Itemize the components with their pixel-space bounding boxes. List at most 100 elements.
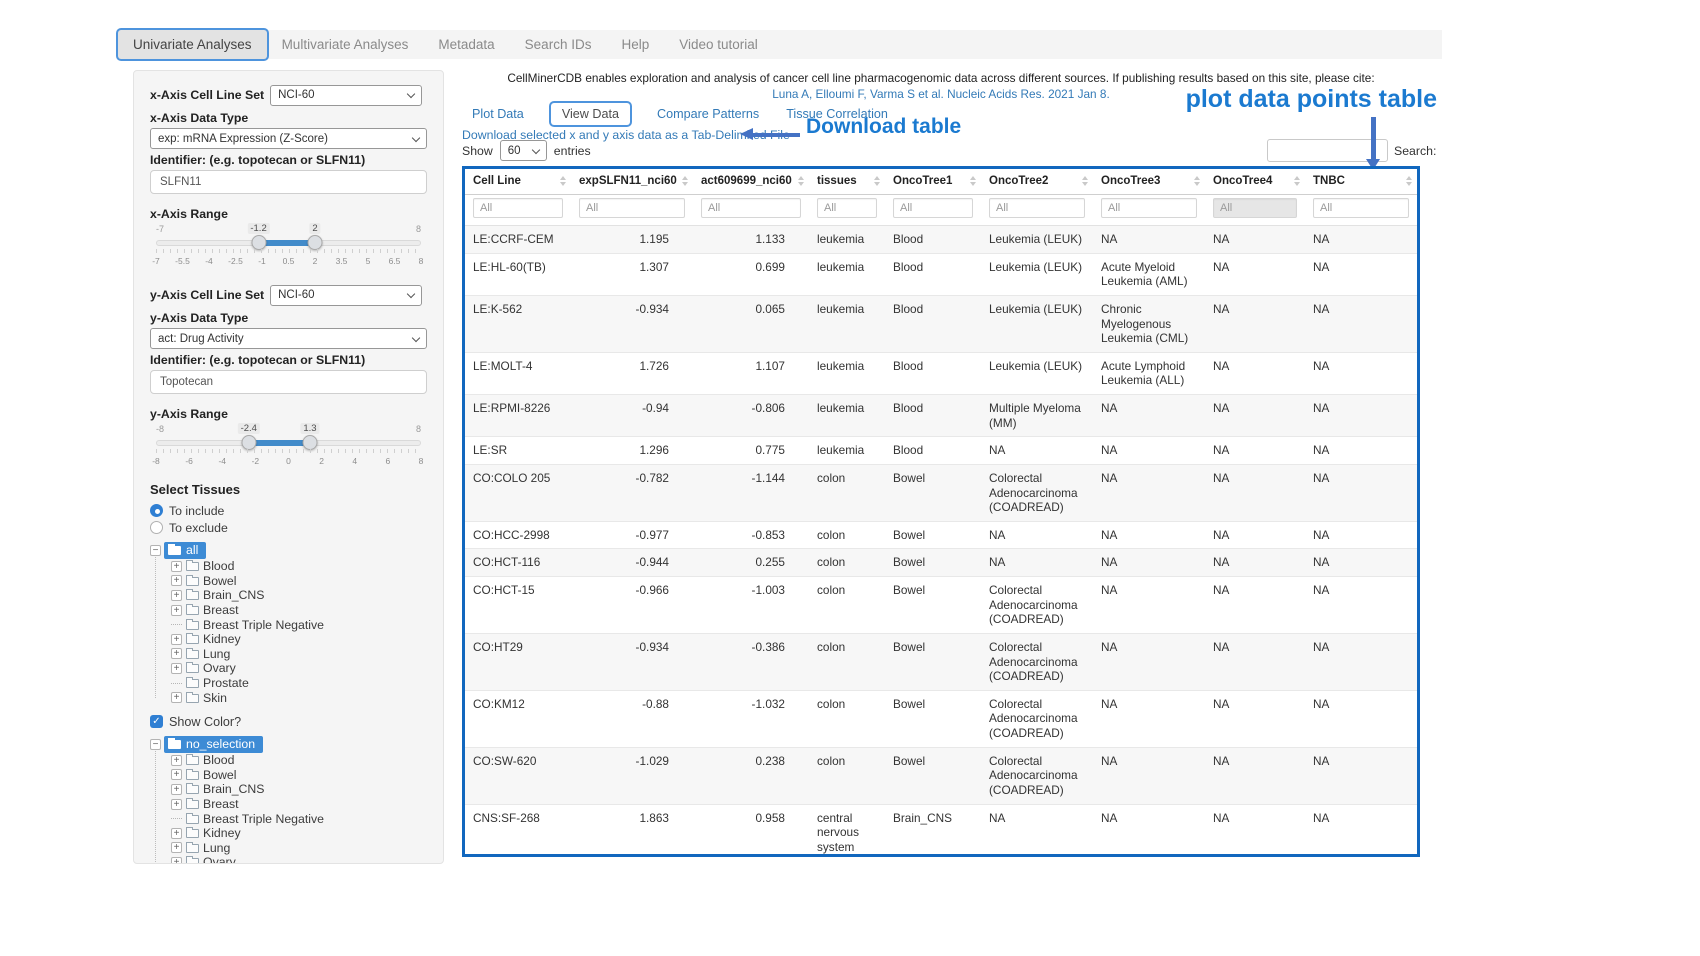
tree-item-breast-triple-negative[interactable]: Breast Triple Negative [171,617,427,632]
sort-icon[interactable] [1082,176,1090,186]
tab-view-data[interactable]: View Data [551,103,630,125]
show-color-row[interactable]: ✓ Show Color? [150,714,427,730]
filter-input-cell-line[interactable] [473,198,563,218]
x-axis-cell-line-set-select[interactable]: NCI-60 [270,85,422,106]
filter-input-oncotree4[interactable] [1213,198,1297,218]
collapse-icon[interactable]: − [150,545,161,556]
expand-icon[interactable]: + [171,692,182,703]
expand-icon[interactable]: + [171,605,182,616]
tree-item-ovary[interactable]: +Ovary [171,855,427,864]
sort-icon[interactable] [682,176,690,186]
sort-icon[interactable] [970,176,978,186]
radio-label: To include [169,504,224,518]
tree-root-row[interactable]: −all [150,542,427,559]
y-axis-data-type-value: act: Drug Activity [158,333,244,345]
tree-item-lung[interactable]: +Lung [171,841,427,856]
column-header-oncotree3[interactable]: OncoTree3 [1093,169,1205,195]
x-axis-identifier-input[interactable] [150,170,427,194]
expand-icon[interactable]: + [171,769,182,780]
tree-item-breast[interactable]: +Breast [171,603,427,618]
nav-tab-help[interactable]: Help [606,30,664,59]
collapse-icon[interactable]: − [150,739,161,750]
sort-icon[interactable] [1294,176,1302,186]
tree-item-blood[interactable]: +Blood [171,753,427,768]
sort-icon[interactable] [1194,176,1202,186]
nav-tab-univariate-analyses[interactable]: Univariate Analyses [118,30,267,59]
column-header-tnbc[interactable]: TNBC [1305,169,1417,195]
x-axis-data-type-select[interactable]: exp: mRNA Expression (Z-Score) [150,128,427,149]
expand-icon[interactable]: + [171,634,182,645]
slider-handle-from[interactable] [241,435,256,450]
tab-compare-patterns[interactable]: Compare Patterns [657,107,759,121]
tree-item-blood[interactable]: +Blood [171,559,427,574]
expand-icon[interactable]: + [171,590,182,601]
filter-input-expslfn11_nci60[interactable] [579,198,685,218]
tissue-radio-to-include[interactable]: To include [150,502,427,519]
slider-handle-from[interactable] [251,235,266,250]
checkbox-checked-icon[interactable]: ✓ [150,715,163,728]
expand-icon[interactable]: + [171,799,182,810]
cell: -0.386 [693,633,809,690]
y-axis-data-type-select[interactable]: act: Drug Activity [150,328,427,349]
entries-length-select[interactable]: 60 [500,140,547,161]
expand-icon[interactable]: + [171,784,182,795]
tab-plot-data[interactable]: Plot Data [472,107,524,121]
column-header-oncotree2[interactable]: OncoTree2 [981,169,1093,195]
column-header-oncotree1[interactable]: OncoTree1 [885,169,981,195]
tree-item-ovary[interactable]: +Ovary [171,661,427,676]
slider-handle-to[interactable] [302,435,317,450]
tree-item-kidney[interactable]: +Kidney [171,826,427,841]
filter-input-oncotree2[interactable] [989,198,1085,218]
sort-icon[interactable] [798,176,806,186]
tree-item-bowel[interactable]: +Bowel [171,574,427,589]
tissue-radio-to-exclude[interactable]: To exclude [150,519,427,536]
leaf-connector-icon [171,818,182,819]
tree-item-prostate[interactable]: Prostate [171,676,427,691]
tree-item-lung[interactable]: +Lung [171,647,427,662]
column-header-cell-line[interactable]: Cell Line [465,169,571,195]
filter-input-act609699_nci60[interactable] [701,198,801,218]
tree-root-row[interactable]: −no_selection [150,736,427,753]
expand-icon[interactable]: + [171,828,182,839]
tree-item-kidney[interactable]: +Kidney [171,632,427,647]
nav-tab-video-tutorial[interactable]: Video tutorial [664,30,773,59]
nav-tab-multivariate-analyses[interactable]: Multivariate Analyses [267,30,424,59]
slider-handle-to[interactable] [308,235,323,250]
x-axis-cell-line-set-value: NCI-60 [278,89,314,101]
tree-item-brain_cns[interactable]: +Brain_CNS [171,782,427,797]
nav-tab-search-ids[interactable]: Search IDs [510,30,607,59]
tree-root-label[interactable]: all [164,542,206,559]
expand-icon[interactable]: + [171,648,182,659]
expand-icon[interactable]: + [171,857,182,864]
expand-icon[interactable]: + [171,663,182,674]
sort-icon[interactable] [560,176,568,186]
expand-icon[interactable]: + [171,755,182,766]
nav-tab-metadata[interactable]: Metadata [423,30,509,59]
radio-unselected-icon[interactable] [150,521,163,534]
entries-value: 60 [508,145,521,157]
column-header-tissues[interactable]: tissues [809,169,885,195]
filter-input-oncotree3[interactable] [1101,198,1197,218]
y-axis-range-slider[interactable]: -88-2.41.3-8-6-4-202468 [156,424,421,472]
tree-item-breast[interactable]: +Breast [171,797,427,812]
column-header-expslfn11_nci60[interactable]: expSLFN11_nci60 [571,169,693,195]
column-header-act609699_nci60[interactable]: act609699_nci60 [693,169,809,195]
x-axis-range-slider[interactable]: -78-1.22-7-5.5-4-2.5-10.523.556.58 [156,224,421,272]
column-header-oncotree4[interactable]: OncoTree4 [1205,169,1305,195]
expand-icon[interactable]: + [171,561,182,572]
tree-item-skin[interactable]: +Skin [171,690,427,705]
expand-icon[interactable]: + [171,842,182,853]
filter-input-tnbc[interactable] [1313,198,1409,218]
filter-input-tissues[interactable] [817,198,877,218]
y-axis-identifier-input[interactable] [150,370,427,394]
tree-item-breast-triple-negative[interactable]: Breast Triple Negative [171,811,427,826]
radio-selected-icon[interactable] [150,504,163,517]
tree-root-label[interactable]: no_selection [164,736,263,753]
filter-input-oncotree1[interactable] [893,198,973,218]
tree-item-brain_cns[interactable]: +Brain_CNS [171,588,427,603]
sort-icon[interactable] [874,176,882,186]
y-axis-cell-line-set-select[interactable]: NCI-60 [270,285,422,306]
tree-item-bowel[interactable]: +Bowel [171,768,427,783]
sort-icon[interactable] [1406,176,1414,186]
expand-icon[interactable]: + [171,575,182,586]
